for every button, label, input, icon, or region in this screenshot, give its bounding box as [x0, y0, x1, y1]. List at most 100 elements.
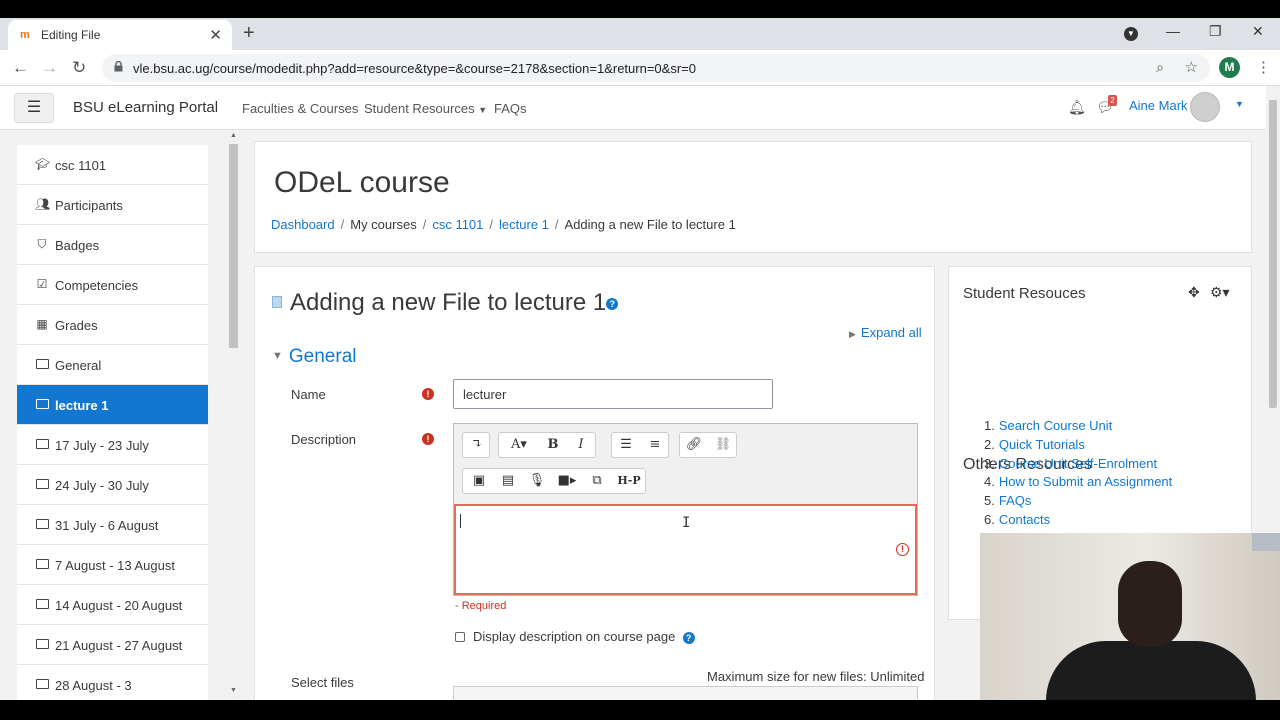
breadcrumb-my-courses: My courses [350, 217, 417, 232]
user-avatar[interactable] [1190, 92, 1220, 122]
sidebar-item[interactable]: General [17, 345, 208, 385]
paragraph-style-icon[interactable]: A▾ [499, 433, 539, 457]
sidebar-item[interactable]: 28 August - 3 [17, 665, 208, 700]
toolbar-group-collapse: ↴ [462, 432, 490, 458]
bookmark-star-icon[interactable]: ☆ [1185, 58, 1198, 76]
sidebar-item[interactable]: 21 August - 27 August [17, 625, 208, 665]
folder-icon [35, 677, 49, 691]
text-caret [460, 514, 461, 528]
profile-avatar[interactable]: M [1219, 57, 1240, 78]
nav-faqs[interactable]: FAQs [494, 101, 527, 116]
minimize-button[interactable]: — [1166, 23, 1180, 39]
site-name[interactable]: BSU eLearning Portal [73, 99, 218, 116]
media-icon[interactable]: ▤ [494, 469, 522, 493]
user-name[interactable]: Aine Mark [1129, 98, 1188, 113]
student-resource-link[interactable]: 1. Search Course Unit [984, 418, 1112, 433]
sidebar-item[interactable]: 31 July - 6 August [17, 505, 208, 545]
user-menu-chevron-icon[interactable]: ▼ [1235, 99, 1244, 109]
ordered-list-icon[interactable]: ≡ [641, 433, 669, 457]
list-number: 4. [984, 474, 995, 490]
student-resource-link[interactable]: 2. Quick Tutorials [984, 437, 1085, 452]
breadcrumb-separator: / [422, 217, 427, 232]
italic-icon[interactable]: I [567, 433, 595, 457]
atto-editor: ↴ A▾ B I ☰ ≡ 🔗︎ ⛓︎ ▣ ▤ 🎙︎ ■▸ ⧉ H-P I ! [453, 423, 918, 596]
folder-icon [35, 437, 49, 451]
notification-bell-icon[interactable]: 🔔︎ [1068, 99, 1086, 116]
record-audio-icon[interactable]: 🎙︎ [523, 469, 551, 493]
record-video-icon[interactable]: ■▸ [553, 469, 581, 493]
hamburger-menu-icon[interactable]: ☰ [14, 93, 54, 123]
image-icon[interactable]: ▣ [465, 469, 493, 493]
breadcrumb-dashboard[interactable]: Dashboard [271, 217, 335, 232]
move-icon[interactable]: ✥ [1188, 284, 1200, 301]
browser-tab[interactable]: m Editing File ✕ [8, 20, 232, 50]
breadcrumb-separator: / [340, 217, 345, 232]
display-description-checkbox-row[interactable]: Display description on course page ? [455, 629, 695, 644]
help-icon[interactable]: ? [682, 631, 695, 644]
sidebar-item-label: 14 August - 20 August [55, 598, 183, 613]
back-arrow-icon[interactable]: ← [12, 58, 29, 78]
section-general-header[interactable]: ▼ General [272, 346, 357, 368]
display-description-checkbox[interactable] [455, 632, 465, 642]
bold-icon[interactable]: B [539, 433, 567, 457]
reload-icon[interactable]: ↻ [72, 58, 86, 78]
message-count-badge: 2 [1108, 95, 1117, 106]
new-tab-button[interactable]: + [243, 22, 255, 45]
browser-toolbar: ← → ↻ vle.bsu.ac.ug/course/modedit.php?a… [0, 50, 1280, 86]
sidebar-item[interactable]: 17 July - 23 July [17, 425, 208, 465]
nav-student-resources[interactable]: Student Resources ▼ [364, 101, 487, 116]
sidebar-item[interactable]: ▦ Grades [17, 305, 208, 345]
name-input[interactable] [453, 379, 773, 409]
manage-files-icon[interactable]: ⧉ [583, 469, 611, 493]
link-icon[interactable]: 🔗︎ [680, 433, 708, 457]
address-bar[interactable]: vle.bsu.ac.ug/course/modedit.php?add=res… [102, 54, 1210, 82]
block-title: Student Resouces [963, 285, 1086, 302]
student-resource-link[interactable]: 5. FAQs [984, 493, 1031, 508]
h5p-icon[interactable]: H-P [615, 469, 643, 493]
checkbox-icon: ☑ [36, 277, 48, 291]
drawer-scroll-thumb[interactable] [229, 144, 238, 348]
display-description-label: Display description on course page [473, 629, 676, 644]
unlink-icon[interactable]: ⛓︎ [709, 433, 737, 457]
close-window-button[interactable]: ✕ [1252, 23, 1264, 40]
sidebar-item[interactable]: 👥︎ Participants [17, 185, 208, 225]
scroll-down-icon[interactable]: ▼ [230, 687, 237, 694]
sidebar-item[interactable]: ☑ Competencies [17, 265, 208, 305]
sidebar-item[interactable]: lecture 1 [17, 385, 208, 425]
scroll-up-icon[interactable]: ▲ [230, 132, 237, 139]
expand-all-label: Expand all [860, 325, 922, 340]
unordered-list-icon[interactable]: ☰ [612, 433, 640, 457]
breadcrumb-course[interactable]: csc 1101 [432, 217, 483, 232]
student-resource-link[interactable]: 4. How to Submit an Assignment [984, 474, 1172, 489]
help-icon[interactable]: ? [606, 297, 619, 310]
zoom-icon[interactable]: ⌕ [1156, 59, 1164, 76]
restore-button[interactable]: ❐ [1209, 23, 1222, 40]
folder-icon [35, 477, 49, 491]
show-more-icon[interactable]: ↴ [463, 433, 491, 457]
form-title-text: Adding a new File to lecture 1 [290, 289, 607, 316]
sidebar-item[interactable]: 24 July - 30 July [17, 465, 208, 505]
nav-faculties-courses[interactable]: Faculties & Courses [242, 101, 358, 116]
tab-search-icon[interactable]: ▼ [1124, 27, 1138, 41]
forward-arrow-icon[interactable]: → [41, 58, 58, 78]
file-picker[interactable] [453, 686, 918, 700]
page-scroll-thumb[interactable] [1269, 100, 1277, 408]
sidebar-item-label: csc 1101 [55, 158, 107, 173]
expand-all-link[interactable]: ▶ Expand all [849, 325, 922, 340]
student-resource-link-label: FAQs [998, 493, 1032, 509]
student-resource-link[interactable]: 3. Course Unit Self-Enrolment [984, 456, 1157, 471]
student-resource-link[interactable]: 6. Contacts [984, 512, 1050, 527]
breadcrumb-section[interactable]: lecture 1 [499, 217, 549, 232]
sidebar-item-label: 17 July - 23 July [55, 438, 149, 453]
sidebar-item[interactable]: 7 August - 13 August [17, 545, 208, 585]
sidebar-item[interactable]: ⛉ Badges [17, 225, 208, 265]
drawer-scrollbar[interactable]: ▲ ▼ [227, 130, 240, 700]
close-tab-icon[interactable]: ✕ [209, 26, 222, 44]
tab-title: Editing File [41, 28, 101, 42]
sidebar-item[interactable]: 🎓︎ csc 1101 [17, 145, 208, 185]
gear-icon[interactable]: ⚙▾ [1210, 284, 1230, 301]
page-header: ODeL course Dashboard / My courses / csc 110… [254, 141, 1252, 253]
sidebar-item[interactable]: 14 August - 20 August [17, 585, 208, 625]
browser-menu-icon[interactable]: ⋮ [1256, 58, 1271, 76]
description-textarea[interactable]: I ! [454, 504, 917, 595]
